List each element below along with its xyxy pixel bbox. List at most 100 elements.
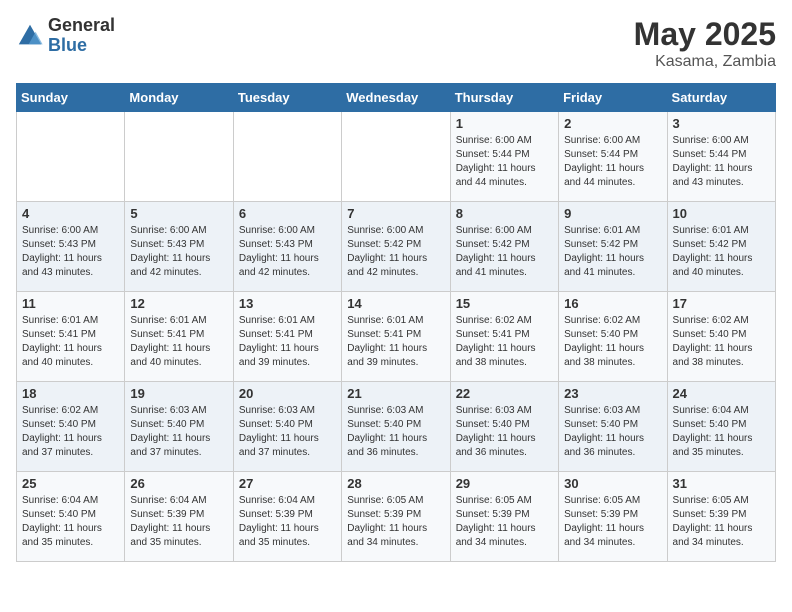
- day-number: 24: [673, 386, 770, 401]
- day-cell: 2 Sunrise: 6:00 AM Sunset: 5:44 PM Daylig…: [559, 112, 667, 202]
- day-number: 31: [673, 476, 770, 491]
- day-cell: 8Sunrise: 6:00 AM Sunset: 5:42 PM Daylig…: [450, 202, 558, 292]
- day-number: 26: [130, 476, 227, 491]
- day-info: Sunrise: 6:00 AM Sunset: 5:42 PM Dayligh…: [347, 224, 444, 280]
- day-cell: 28 Sunrise: 6:05 AM Sunset: 5:39 PM Dayli…: [342, 472, 450, 562]
- title-block: May 2025 Kasama, Zambia: [634, 16, 776, 71]
- day-cell: [17, 112, 125, 202]
- day-number: 18: [22, 386, 119, 401]
- day-info: Sunrise: 6:01 AM Sunset: 5:41 PM Dayligh…: [22, 314, 119, 370]
- day-number: 7: [347, 206, 444, 221]
- day-number: 28: [347, 476, 444, 491]
- day-info: Sunrise: 6:04 AM Sunset: 5:39 PM Dayligh…: [239, 494, 336, 550]
- header-cell-wednesday: Wednesday: [342, 84, 450, 112]
- day-info: Sunrise: 6:02 AM Sunset: 5:40 PM Dayligh…: [673, 314, 770, 370]
- day-cell: [233, 112, 341, 202]
- day-number: 16: [564, 296, 661, 311]
- header-cell-saturday: Saturday: [667, 84, 775, 112]
- day-number: 13: [239, 296, 336, 311]
- day-info: Sunrise: 6:01 AM Sunset: 5:41 PM Dayligh…: [239, 314, 336, 370]
- day-info: Sunrise: 6:05 AM Sunset: 5:39 PM Dayligh…: [456, 494, 553, 550]
- header-cell-tuesday: Tuesday: [233, 84, 341, 112]
- day-number: 27: [239, 476, 336, 491]
- day-info: Sunrise: 6:05 AM Sunset: 5:39 PM Dayligh…: [673, 494, 770, 550]
- logo: General Blue: [16, 16, 115, 56]
- day-cell: 19 Sunrise: 6:03 AM Sunset: 5:40 PM Dayli…: [125, 382, 233, 472]
- page-header: General Blue May 2025 Kasama, Zambia: [16, 16, 776, 71]
- day-cell: [125, 112, 233, 202]
- day-cell: 6 Sunrise: 6:00 AM Sunset: 5:43 PM Daylig…: [233, 202, 341, 292]
- day-cell: 17 Sunrise: 6:02 AM Sunset: 5:40 PM Dayli…: [667, 292, 775, 382]
- day-cell: 12 Sunrise: 6:01 AM Sunset: 5:41 PM Dayli…: [125, 292, 233, 382]
- day-cell: 7 Sunrise: 6:00 AM Sunset: 5:42 PM Daylig…: [342, 202, 450, 292]
- day-number: 20: [239, 386, 336, 401]
- day-info: Sunrise: 6:05 AM Sunset: 5:39 PM Dayligh…: [564, 494, 661, 550]
- day-number: 29: [456, 476, 553, 491]
- header-row: SundayMondayTuesdayWednesdayThursdayFrid…: [17, 84, 776, 112]
- day-number: 8: [456, 206, 553, 221]
- day-cell: 14Sunrise: 6:01 AM Sunset: 5:41 PM Dayli…: [342, 292, 450, 382]
- week-row-1: 1Sunrise: 6:00 AM Sunset: 5:44 PM Daylig…: [17, 112, 776, 202]
- day-info: Sunrise: 6:00 AM Sunset: 5:43 PM Dayligh…: [22, 224, 119, 280]
- day-number: 10: [673, 206, 770, 221]
- header-cell-monday: Monday: [125, 84, 233, 112]
- day-number: 6: [239, 206, 336, 221]
- day-number: 5: [130, 206, 227, 221]
- day-info: Sunrise: 6:03 AM Sunset: 5:40 PM Dayligh…: [564, 404, 661, 460]
- day-info: Sunrise: 6:03 AM Sunset: 5:40 PM Dayligh…: [347, 404, 444, 460]
- day-cell: 21 Sunrise: 6:03 AM Sunset: 5:40 PM Dayli…: [342, 382, 450, 472]
- day-info: Sunrise: 6:05 AM Sunset: 5:39 PM Dayligh…: [347, 494, 444, 550]
- day-cell: 30 Sunrise: 6:05 AM Sunset: 5:39 PM Dayli…: [559, 472, 667, 562]
- day-cell: 16 Sunrise: 6:02 AM Sunset: 5:40 PM Dayli…: [559, 292, 667, 382]
- day-cell: 3Sunrise: 6:00 AM Sunset: 5:44 PM Daylig…: [667, 112, 775, 202]
- day-info: Sunrise: 6:02 AM Sunset: 5:40 PM Dayligh…: [564, 314, 661, 370]
- header-cell-friday: Friday: [559, 84, 667, 112]
- day-number: 30: [564, 476, 661, 491]
- day-info: Sunrise: 6:02 AM Sunset: 5:40 PM Dayligh…: [22, 404, 119, 460]
- day-number: 17: [673, 296, 770, 311]
- day-info: Sunrise: 6:03 AM Sunset: 5:40 PM Dayligh…: [239, 404, 336, 460]
- day-number: 2: [564, 116, 661, 131]
- day-cell: [342, 112, 450, 202]
- day-cell: 24Sunrise: 6:04 AM Sunset: 5:40 PM Dayli…: [667, 382, 775, 472]
- day-info: Sunrise: 6:01 AM Sunset: 5:41 PM Dayligh…: [347, 314, 444, 370]
- calendar-table: SundayMondayTuesdayWednesdayThursdayFrid…: [16, 83, 776, 562]
- header-cell-sunday: Sunday: [17, 84, 125, 112]
- day-info: Sunrise: 6:04 AM Sunset: 5:39 PM Dayligh…: [130, 494, 227, 550]
- day-cell: 4 Sunrise: 6:00 AM Sunset: 5:43 PM Daylig…: [17, 202, 125, 292]
- day-cell: 23Sunrise: 6:03 AM Sunset: 5:40 PM Dayli…: [559, 382, 667, 472]
- calendar-subtitle: Kasama, Zambia: [634, 53, 776, 71]
- day-number: 22: [456, 386, 553, 401]
- day-number: 15: [456, 296, 553, 311]
- day-number: 21: [347, 386, 444, 401]
- day-cell: 9Sunrise: 6:01 AM Sunset: 5:42 PM Daylig…: [559, 202, 667, 292]
- day-cell: 15 Sunrise: 6:02 AM Sunset: 5:41 PM Dayli…: [450, 292, 558, 382]
- day-cell: 22 Sunrise: 6:03 AM Sunset: 5:40 PM Dayli…: [450, 382, 558, 472]
- day-number: 4: [22, 206, 119, 221]
- week-row-3: 11 Sunrise: 6:01 AM Sunset: 5:41 PM Dayli…: [17, 292, 776, 382]
- calendar-title: May 2025: [634, 16, 776, 53]
- day-info: Sunrise: 6:00 AM Sunset: 5:43 PM Dayligh…: [239, 224, 336, 280]
- day-cell: 10 Sunrise: 6:01 AM Sunset: 5:42 PM Dayli…: [667, 202, 775, 292]
- day-cell: 13 Sunrise: 6:01 AM Sunset: 5:41 PM Dayli…: [233, 292, 341, 382]
- day-number: 12: [130, 296, 227, 311]
- day-info: Sunrise: 6:02 AM Sunset: 5:41 PM Dayligh…: [456, 314, 553, 370]
- day-number: 25: [22, 476, 119, 491]
- day-info: Sunrise: 6:00 AM Sunset: 5:44 PM Dayligh…: [564, 134, 661, 190]
- day-info: Sunrise: 6:01 AM Sunset: 5:41 PM Dayligh…: [130, 314, 227, 370]
- day-info: Sunrise: 6:00 AM Sunset: 5:44 PM Dayligh…: [673, 134, 770, 190]
- day-info: Sunrise: 6:00 AM Sunset: 5:44 PM Dayligh…: [456, 134, 553, 190]
- day-info: Sunrise: 6:03 AM Sunset: 5:40 PM Dayligh…: [456, 404, 553, 460]
- day-info: Sunrise: 6:01 AM Sunset: 5:42 PM Dayligh…: [673, 224, 770, 280]
- day-cell: 26 Sunrise: 6:04 AM Sunset: 5:39 PM Dayli…: [125, 472, 233, 562]
- day-number: 11: [22, 296, 119, 311]
- header-cell-thursday: Thursday: [450, 84, 558, 112]
- logo-text: General Blue: [48, 16, 115, 56]
- day-info: Sunrise: 6:01 AM Sunset: 5:42 PM Dayligh…: [564, 224, 661, 280]
- day-number: 19: [130, 386, 227, 401]
- day-cell: 11 Sunrise: 6:01 AM Sunset: 5:41 PM Dayli…: [17, 292, 125, 382]
- day-cell: 1Sunrise: 6:00 AM Sunset: 5:44 PM Daylig…: [450, 112, 558, 202]
- week-row-5: 25Sunrise: 6:04 AM Sunset: 5:40 PM Dayli…: [17, 472, 776, 562]
- day-cell: 5Sunrise: 6:00 AM Sunset: 5:43 PM Daylig…: [125, 202, 233, 292]
- day-info: Sunrise: 6:03 AM Sunset: 5:40 PM Dayligh…: [130, 404, 227, 460]
